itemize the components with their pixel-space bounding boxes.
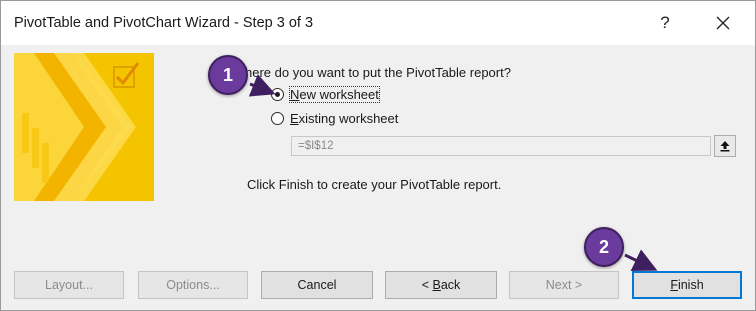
existing-worksheet-label[interactable]: Existing worksheet [290,111,398,126]
existing-worksheet-radio[interactable] [271,112,284,125]
new-worksheet-radio[interactable] [271,88,284,101]
wizard-dialog: PivotTable and PivotChart Wizard - Step … [0,0,756,311]
new-worksheet-option[interactable]: New worksheet [271,86,380,103]
cancel-button[interactable]: Cancel [261,271,373,299]
layout-button[interactable]: Layout... [14,271,124,299]
callout-badge-1: 1 [208,55,248,95]
upload-arrow-icon [720,141,730,152]
finish-button[interactable]: Finish [632,271,742,299]
collapse-dialog-button[interactable] [714,135,736,157]
cell-reference-field[interactable]: =$I$12 [291,136,711,156]
back-button[interactable]: < Back [385,271,497,299]
title-bar: PivotTable and PivotChart Wizard - Step … [1,1,755,45]
finish-info-text: Click Finish to create your PivotTable r… [247,177,502,192]
options-button[interactable]: Options... [138,271,248,299]
help-button[interactable]: ? [646,7,684,39]
close-button[interactable] [704,7,742,39]
wizard-graphic-image [14,53,154,201]
callout-badge-2: 2 [584,227,624,267]
dialog-title: PivotTable and PivotChart Wizard - Step … [14,15,314,31]
next-button[interactable]: Next > [509,271,619,299]
destination-prompt: here do you want to put the PivotTable r… [245,65,511,80]
close-icon [716,16,730,30]
existing-worksheet-option[interactable]: Existing worksheet [271,111,398,126]
new-worksheet-label[interactable]: New worksheet [289,86,380,103]
